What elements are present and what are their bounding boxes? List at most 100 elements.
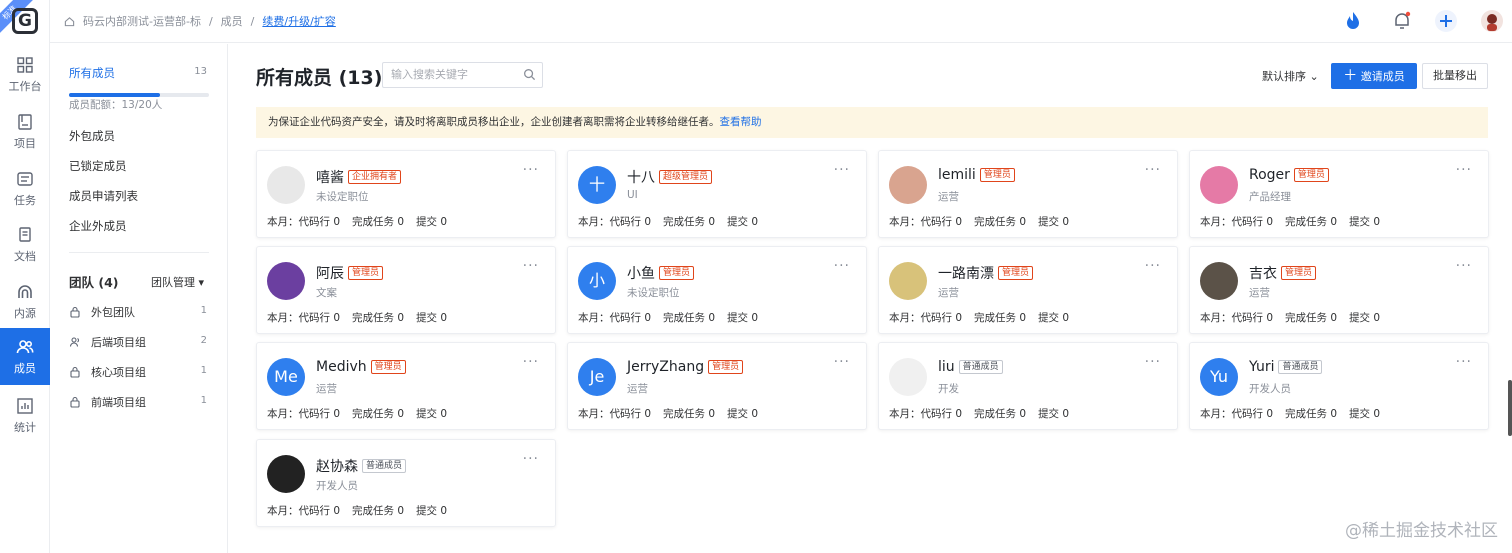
avatar-initials: Me xyxy=(274,367,298,386)
stat-code-lines: 本月：代码行 0 xyxy=(578,216,652,228)
team-item-backend[interactable]: 后端项目组 xyxy=(69,334,146,350)
member-name[interactable]: JerryZhang xyxy=(627,359,704,375)
member-name[interactable]: Roger xyxy=(1249,167,1290,183)
breadcrumb-enterprise[interactable]: 码云内部测试-运营部-标 xyxy=(83,13,201,29)
member-position: 文案 xyxy=(316,287,337,299)
side-item-locked[interactable]: 已锁定成员 xyxy=(69,158,127,174)
member-card[interactable]: 小 小鱼 管理员 未设定职位 ··· 本月：代码行 0 完成任务 0 提交 0 xyxy=(567,246,867,334)
side-item-applications[interactable]: 成员申请列表 xyxy=(69,188,138,204)
more-options-icon[interactable]: ··· xyxy=(1145,354,1161,370)
member-card[interactable]: 一路南漂 管理员 运营 ··· 本月：代码行 0 完成任务 0 提交 0 xyxy=(878,246,1178,334)
breadcrumb-separator: / xyxy=(250,14,255,28)
members-icon xyxy=(16,340,34,354)
member-name[interactable]: 小鱼 xyxy=(627,263,655,283)
rail-item-tasks[interactable]: 任务 xyxy=(0,164,50,216)
member-stats: 本月：代码行 0 完成任务 0 提交 0 xyxy=(1200,214,1380,229)
upgrade-link[interactable]: 续费/升级/扩容 xyxy=(262,13,335,29)
more-options-icon[interactable]: ··· xyxy=(834,258,850,274)
member-avatar[interactable] xyxy=(1200,166,1238,204)
member-name[interactable]: 嘻酱 xyxy=(316,167,344,187)
team-count: 1 xyxy=(200,305,207,316)
member-name[interactable]: Medivh xyxy=(316,359,367,375)
more-options-icon[interactable]: ··· xyxy=(1456,354,1472,370)
gitee-logo[interactable]: G xyxy=(12,8,38,34)
more-options-icon[interactable]: ··· xyxy=(1456,258,1472,274)
member-name[interactable]: 吉衣 xyxy=(1249,263,1277,283)
member-avatar[interactable] xyxy=(267,455,305,493)
stat-commits: 提交 0 xyxy=(416,505,448,517)
member-name[interactable]: 阿辰 xyxy=(316,263,344,283)
member-card[interactable]: 阿辰 管理员 文案 ··· 本月：代码行 0 完成任务 0 提交 0 xyxy=(256,246,556,334)
breadcrumb-members[interactable]: 成员 xyxy=(221,13,243,29)
member-avatar[interactable]: Je xyxy=(578,358,616,396)
member-card[interactable]: Je JerryZhang 管理员 运营 ··· 本月：代码行 0 完成任务 0 提交 0 xyxy=(567,342,867,430)
side-item-external[interactable]: 企业外成员 xyxy=(69,218,127,234)
member-name-row: 一路南漂 管理员 xyxy=(938,263,1034,283)
invite-member-button[interactable]: ＋ 邀请成员 xyxy=(1331,63,1417,89)
sort-dropdown[interactable]: 默认排序 ⌄ xyxy=(1262,68,1319,84)
notice-help-link[interactable]: 查看帮助 xyxy=(720,116,762,128)
member-avatar[interactable] xyxy=(267,262,305,300)
search-input[interactable]: 输入搜索关键字 xyxy=(382,62,543,88)
side-item-all-members[interactable]: 所有成员 xyxy=(69,65,115,81)
more-options-icon[interactable]: ··· xyxy=(523,451,539,467)
flame-icon[interactable] xyxy=(1341,9,1365,33)
more-options-icon[interactable]: ··· xyxy=(834,162,850,178)
member-card[interactable]: Me Medivh 管理员 运营 ··· 本月：代码行 0 完成任务 0 提交 0 xyxy=(256,342,556,430)
rail-item-workbench[interactable]: 工作台 xyxy=(0,50,50,102)
member-card[interactable]: Roger 管理员 产品经理 ··· 本月：代码行 0 完成任务 0 提交 0 xyxy=(1189,150,1489,238)
member-stats: 本月：代码行 0 完成任务 0 提交 0 xyxy=(889,406,1069,421)
member-avatar[interactable]: Yu xyxy=(1200,358,1238,396)
more-options-icon[interactable]: ··· xyxy=(1145,162,1161,178)
add-icon[interactable] xyxy=(1434,9,1458,33)
team-manage-dropdown[interactable]: 团队管理 ▾ xyxy=(151,274,204,290)
more-options-icon[interactable]: ··· xyxy=(1145,258,1161,274)
member-avatar[interactable] xyxy=(267,166,305,204)
batch-remove-button[interactable]: 批量移出 xyxy=(1422,63,1488,89)
member-card[interactable]: lemili 管理员 运营 ··· 本月：代码行 0 完成任务 0 提交 0 xyxy=(878,150,1178,238)
member-avatar[interactable] xyxy=(1200,262,1238,300)
scrollbar[interactable] xyxy=(1508,380,1512,436)
team-item-label: 核心项目组 xyxy=(91,366,146,379)
member-card[interactable]: liu 普通成员 开发 ··· 本月：代码行 0 完成任务 0 提交 0 xyxy=(878,342,1178,430)
user-avatar[interactable] xyxy=(1480,9,1504,33)
member-avatar[interactable] xyxy=(889,358,927,396)
member-card[interactable]: 赵协森 普通成员 开发人员 ··· 本月：代码行 0 完成任务 0 提交 0 xyxy=(256,439,556,527)
rail-item-docs[interactable]: 文档 xyxy=(0,220,50,272)
member-name[interactable]: 一路南漂 xyxy=(938,263,994,283)
more-options-icon[interactable]: ··· xyxy=(1456,162,1472,178)
side-item-outsourced[interactable]: 外包成员 xyxy=(69,128,115,144)
member-avatar[interactable]: 小 xyxy=(578,262,616,300)
team-item-core[interactable]: 核心项目组 xyxy=(69,364,146,380)
member-name[interactable]: 赵协森 xyxy=(316,456,358,476)
member-avatar[interactable] xyxy=(889,166,927,204)
member-avatar[interactable]: Me xyxy=(267,358,305,396)
stat-code-lines: 本月：代码行 0 xyxy=(578,312,652,324)
member-card[interactable]: Yu Yuri 普通成员 开发人员 ··· 本月：代码行 0 完成任务 0 提交 0 xyxy=(1189,342,1489,430)
stat-tasks: 完成任务 0 xyxy=(352,505,405,517)
member-avatar[interactable] xyxy=(889,262,927,300)
rail-item-stats[interactable]: 统计 xyxy=(0,391,50,443)
more-options-icon[interactable]: ··· xyxy=(523,162,539,178)
more-options-icon[interactable]: ··· xyxy=(523,258,539,274)
rail-item-projects[interactable]: 项目 xyxy=(0,107,50,159)
stat-code-lines: 本月：代码行 0 xyxy=(267,216,341,228)
rail-item-members[interactable]: 成员 xyxy=(0,328,50,385)
home-icon[interactable] xyxy=(64,16,75,27)
more-options-icon[interactable]: ··· xyxy=(834,354,850,370)
member-card[interactable]: 嘻酱 企业拥有者 未设定职位 ··· 本月：代码行 0 完成任务 0 提交 0 xyxy=(256,150,556,238)
more-options-icon[interactable]: ··· xyxy=(523,354,539,370)
team-item-frontend[interactable]: 前端项目组 xyxy=(69,394,146,410)
member-card[interactable]: 吉衣 管理员 运营 ··· 本月：代码行 0 完成任务 0 提交 0 xyxy=(1189,246,1489,334)
member-card[interactable]: 十 十八 超级管理员 UI ··· 本月：代码行 0 完成任务 0 提交 0 xyxy=(567,150,867,238)
team-item-outsourced[interactable]: 外包团队 xyxy=(69,304,135,320)
member-name[interactable]: 十八 xyxy=(627,167,655,187)
member-name[interactable]: liu xyxy=(938,359,955,375)
rail-item-inner-source[interactable]: 内源 xyxy=(0,277,50,329)
member-name[interactable]: Yuri xyxy=(1249,359,1274,375)
member-name[interactable]: lemili xyxy=(938,167,976,183)
search-icon[interactable] xyxy=(523,68,536,81)
member-position: 运营 xyxy=(938,191,959,203)
bell-icon[interactable] xyxy=(1390,9,1414,33)
member-avatar[interactable]: 十 xyxy=(578,166,616,204)
